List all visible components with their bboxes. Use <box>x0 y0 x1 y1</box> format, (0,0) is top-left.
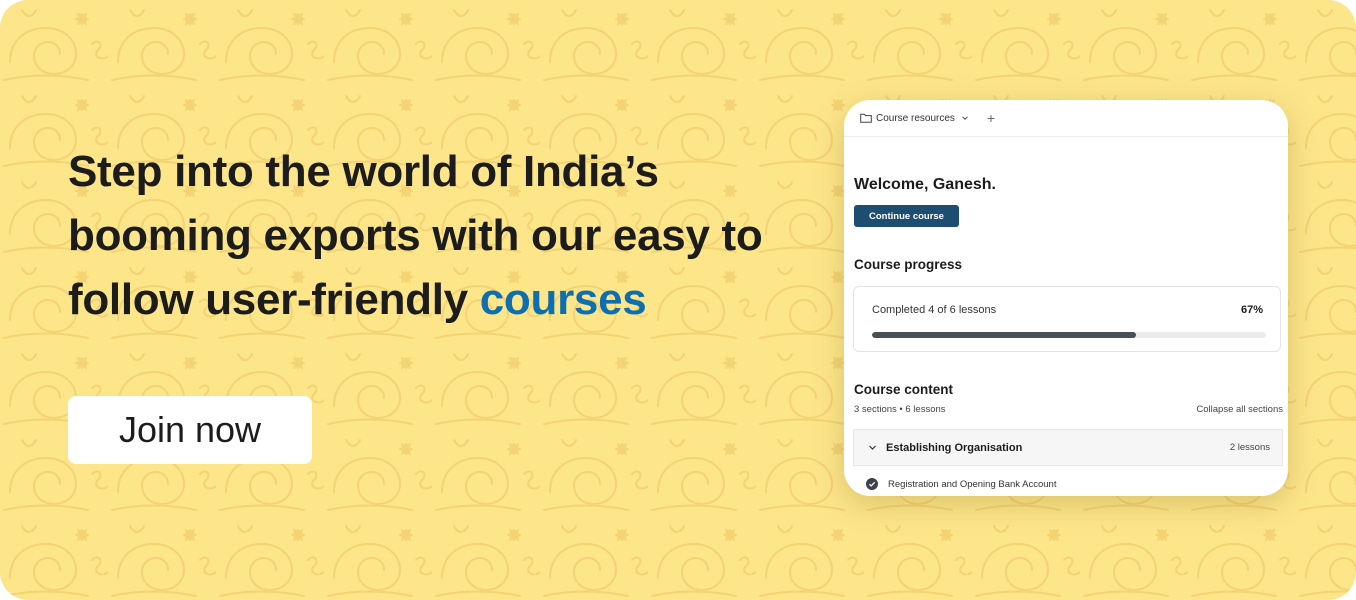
progress-card: Completed 4 of 6 lessons 67% <box>853 286 1281 352</box>
progress-percent: 67% <box>1240 304 1263 316</box>
lesson-item[interactable]: Registration and Opening Bank Account <box>866 478 1056 490</box>
course-content-title: Course content <box>854 382 954 397</box>
chevron-down-icon <box>869 445 876 450</box>
tab-label: Course resources <box>876 112 955 124</box>
folder-icon <box>860 113 872 123</box>
promo-banner: Step into the world of India’s booming e… <box>0 0 1356 600</box>
course-app-preview: Course resources + Welcome, Ganesh. Cont… <box>844 100 1288 496</box>
course-progress-title: Course progress <box>854 257 963 272</box>
headline-text: Step into the world of India’s booming e… <box>68 147 763 324</box>
plus-icon[interactable]: + <box>987 111 995 125</box>
progress-bar-fill <box>872 332 1136 338</box>
tab-bar: Course resources + <box>844 100 1288 137</box>
continue-course-button[interactable]: Continue course <box>854 205 959 227</box>
progress-text: Completed 4 of 6 lessons <box>872 304 997 316</box>
progress-bar <box>872 332 1266 338</box>
section-lesson-count: 2 lessons <box>1229 442 1270 453</box>
chevron-down-icon <box>962 116 968 120</box>
headline-accent-word: courses <box>479 275 647 324</box>
section-row[interactable]: Establishing Organisation 2 lessons <box>853 429 1283 466</box>
check-circle-icon <box>866 478 878 490</box>
lesson-label: Registration and Opening Bank Account <box>888 478 1057 490</box>
tab-course-resources[interactable]: Course resources <box>860 113 969 124</box>
collapse-all-sections-link[interactable]: Collapse all sections <box>1196 404 1283 415</box>
headline: Step into the world of India’s booming e… <box>68 140 828 332</box>
welcome-heading: Welcome, Ganesh. <box>854 176 996 193</box>
join-now-button[interactable]: Join now <box>68 396 312 464</box>
section-name: Establishing Organisation <box>886 441 1023 454</box>
course-summary: 3 sections • 6 lessons <box>854 404 946 415</box>
